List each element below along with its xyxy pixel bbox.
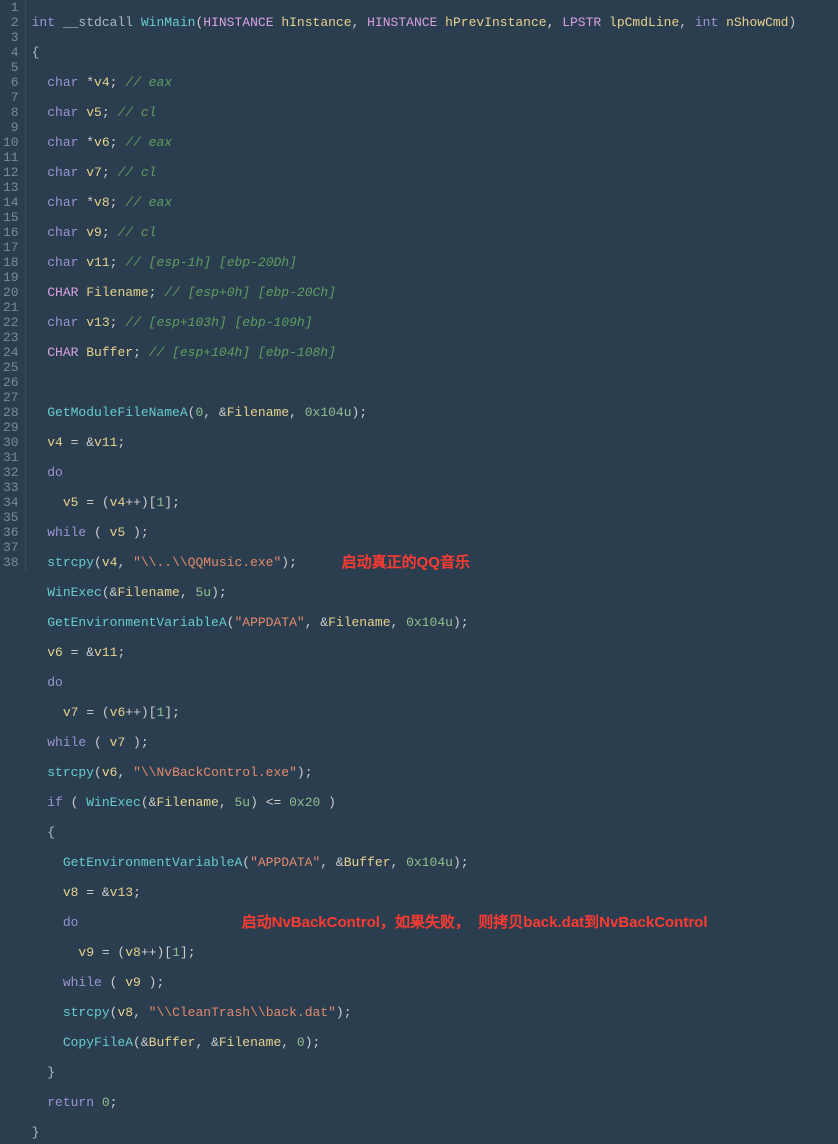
- code-line: GetEnvironmentVariableA("APPDATA", &File…: [32, 615, 797, 630]
- line-number: 3: [3, 30, 19, 45]
- code-line: }: [32, 1125, 797, 1140]
- line-number: 34: [3, 495, 19, 510]
- code-line: char v13; // [esp+103h] [ebp-109h]: [32, 315, 797, 330]
- code-line: strcpy(v4, "\\..\\QQMusic.exe");启动真正的QQ音…: [32, 555, 797, 570]
- code-line: v8 = &v13;: [32, 885, 797, 900]
- code-line: char v9; // cl: [32, 225, 797, 240]
- code-line: GetEnvironmentVariableA("APPDATA", &Buff…: [32, 855, 797, 870]
- annotation-qqmusic: 启动真正的QQ音乐: [342, 555, 470, 570]
- line-number: 25: [3, 360, 19, 375]
- line-number: 36: [3, 525, 19, 540]
- code-line: {: [32, 45, 797, 60]
- line-number: 14: [3, 195, 19, 210]
- line-number: 33: [3, 480, 19, 495]
- line-number: 5: [3, 60, 19, 75]
- code-line: do启动NvBackControl，如果失败， 则拷贝back.dat到NvBa…: [32, 915, 797, 930]
- line-number: 21: [3, 300, 19, 315]
- code-line: char v7; // cl: [32, 165, 797, 180]
- code-line: CHAR Buffer; // [esp+104h] [ebp-108h]: [32, 345, 797, 360]
- line-number: 23: [3, 330, 19, 345]
- code-line: int __stdcall WinMain(HINSTANCE hInstanc…: [32, 15, 797, 30]
- line-number: 19: [3, 270, 19, 285]
- line-number: 8: [3, 105, 19, 120]
- line-number: 18: [3, 255, 19, 270]
- line-number: 38: [3, 555, 19, 570]
- code-line: v5 = (v4++)[1];: [32, 495, 797, 510]
- line-number: 32: [3, 465, 19, 480]
- line-number: 11: [3, 150, 19, 165]
- line-number: 27: [3, 390, 19, 405]
- code-line: return 0;: [32, 1095, 797, 1110]
- line-number: 10: [3, 135, 19, 150]
- line-number: 28: [3, 405, 19, 420]
- line-number: 12: [3, 165, 19, 180]
- code-line: v9 = (v8++)[1];: [32, 945, 797, 960]
- code-line: do: [32, 465, 797, 480]
- code-line: char *v6; // eax: [32, 135, 797, 150]
- line-number: 7: [3, 90, 19, 105]
- line-number: 6: [3, 75, 19, 90]
- code-line: do: [32, 675, 797, 690]
- line-number: 24: [3, 345, 19, 360]
- code-line: GetModuleFileNameA(0, &Filename, 0x104u)…: [32, 405, 797, 420]
- line-gutter: 1 2 3 4 5 6 7 8 9 10 11 12 13 14 15 16 1…: [0, 0, 26, 572]
- line-number: 29: [3, 420, 19, 435]
- code-line: v4 = &v11;: [32, 435, 797, 450]
- line-number: 26: [3, 375, 19, 390]
- code-line: WinExec(&Filename, 5u);: [32, 585, 797, 600]
- line-number: 16: [3, 225, 19, 240]
- code-line: char v11; // [esp-1h] [ebp-20Dh]: [32, 255, 797, 270]
- code-line: v6 = &v11;: [32, 645, 797, 660]
- line-number: 30: [3, 435, 19, 450]
- code-line: {: [32, 825, 797, 840]
- code-line: CopyFileA(&Buffer, &Filename, 0);: [32, 1035, 797, 1050]
- code-line: strcpy(v8, "\\CleanTrash\\back.dat");: [32, 1005, 797, 1020]
- code-line: char v5; // cl: [32, 105, 797, 120]
- code-line: CHAR Filename; // [esp+0h] [ebp-20Ch]: [32, 285, 797, 300]
- code-editor: 1 2 3 4 5 6 7 8 9 10 11 12 13 14 15 16 1…: [0, 0, 838, 572]
- code-area[interactable]: int __stdcall WinMain(HINSTANCE hInstanc…: [26, 0, 803, 572]
- line-number: 20: [3, 285, 19, 300]
- code-line: while ( v7 );: [32, 735, 797, 750]
- annotation-nvbackcontrol: 启动NvBackControl，如果失败， 则拷贝back.dat到NvBack…: [242, 915, 708, 930]
- line-number: 13: [3, 180, 19, 195]
- code-line: while ( v5 );: [32, 525, 797, 540]
- code-line: strcpy(v6, "\\NvBackControl.exe");: [32, 765, 797, 780]
- line-number: 4: [3, 45, 19, 60]
- code-line: [32, 375, 797, 390]
- code-line: v7 = (v6++)[1];: [32, 705, 797, 720]
- line-number: 15: [3, 210, 19, 225]
- code-line: char *v8; // eax: [32, 195, 797, 210]
- line-number: 22: [3, 315, 19, 330]
- line-number: 31: [3, 450, 19, 465]
- code-line: while ( v9 );: [32, 975, 797, 990]
- code-line: }: [32, 1065, 797, 1080]
- line-number: 37: [3, 540, 19, 555]
- line-number: 35: [3, 510, 19, 525]
- line-number: 2: [3, 15, 19, 30]
- line-number: 1: [3, 0, 19, 15]
- code-line: char *v4; // eax: [32, 75, 797, 90]
- line-number: 17: [3, 240, 19, 255]
- code-line: if ( WinExec(&Filename, 5u) <= 0x20 ): [32, 795, 797, 810]
- line-number: 9: [3, 120, 19, 135]
